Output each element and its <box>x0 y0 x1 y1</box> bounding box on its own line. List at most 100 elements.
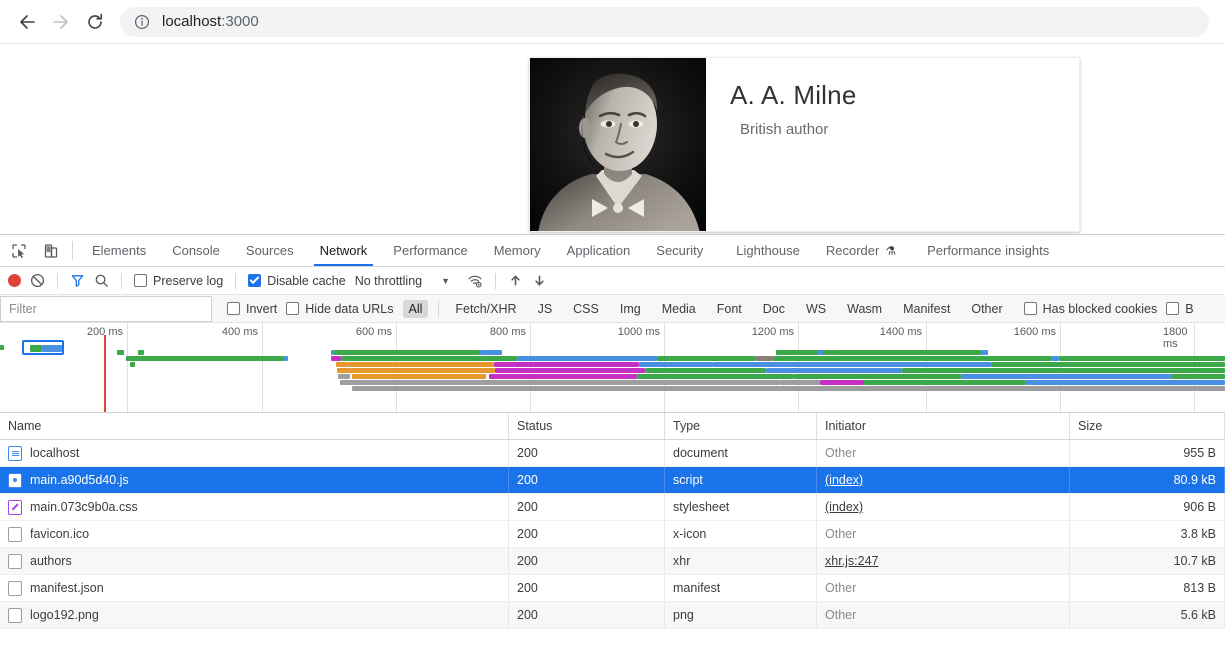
table-row[interactable]: manifest.json 200 manifest Other 813 B <box>0 575 1225 602</box>
page-viewport: A. A. Milne British author <box>0 44 1225 234</box>
tab-memory[interactable]: Memory <box>481 235 554 266</box>
reload-button[interactable] <box>78 5 112 39</box>
overview-selected-request[interactable] <box>22 340 64 355</box>
overview-bar <box>352 386 1225 391</box>
upload-arrow-icon[interactable] <box>508 273 523 288</box>
table-row[interactable]: logo192.png 200 png Other 5.6 kB <box>0 602 1225 629</box>
overview-bar <box>117 350 124 355</box>
checkbox-box[interactable] <box>227 302 240 315</box>
disable-cache-checkbox[interactable]: Disable cache <box>248 274 346 288</box>
column-header-type[interactable]: Type <box>665 413 817 439</box>
tab-performance-insights[interactable]: Performance insights <box>909 235 1062 266</box>
filter-type-img[interactable]: Img <box>614 300 647 318</box>
arrow-left-icon <box>20 14 35 29</box>
tab-lighthouse[interactable]: Lighthouse <box>716 235 813 266</box>
checkbox-box[interactable] <box>134 274 147 287</box>
info-circle-icon[interactable] <box>134 14 150 30</box>
tab-application[interactable]: Application <box>554 235 644 266</box>
tab-recorder[interactable]: Recorder ⚗ <box>813 235 909 266</box>
filter-type-wasm[interactable]: Wasm <box>841 300 888 318</box>
overview-bar <box>639 362 713 367</box>
row-initiator-link[interactable]: (index) <box>825 500 863 514</box>
tab-security[interactable]: Security <box>643 235 716 266</box>
filter-type-fetch-xhr[interactable]: Fetch/XHR <box>449 300 522 318</box>
filter-type-css[interactable]: CSS <box>567 300 605 318</box>
download-arrow-icon[interactable] <box>532 273 547 288</box>
filter-type-ws[interactable]: WS <box>800 300 832 318</box>
forward-button[interactable] <box>44 5 78 39</box>
checkbox-box[interactable] <box>286 302 300 315</box>
table-row[interactable]: localhost 200 document Other 955 B <box>0 440 1225 467</box>
row-size-cell: 955 B <box>1070 440 1225 466</box>
funnel-icon[interactable] <box>70 273 85 288</box>
filter-type-manifest[interactable]: Manifest <box>897 300 956 318</box>
table-row[interactable]: main.a90d5d40.js 200 script (index) 80.9… <box>0 467 1225 494</box>
tab-console[interactable]: Console <box>159 235 233 266</box>
row-initiator-link[interactable]: (index) <box>825 473 863 487</box>
row-initiator-cell: Other <box>817 521 1070 547</box>
invert-checkbox[interactable]: Invert <box>227 302 277 316</box>
filter-type-other[interactable]: Other <box>965 300 1008 318</box>
column-header-status[interactable]: Status <box>509 413 665 439</box>
ruler-label: 800 ms <box>489 326 526 338</box>
blocked-requests-checkbox[interactable]: B <box>1166 301 1194 316</box>
search-icon[interactable] <box>94 273 109 288</box>
filter-input[interactable]: Filter <box>0 295 212 322</box>
ruler-label: 1600 ms <box>1013 326 1056 338</box>
overview-bar <box>982 350 988 355</box>
tab-performance[interactable]: Performance <box>380 235 480 266</box>
tab-network[interactable]: Network <box>307 235 381 266</box>
has-blocked-cookies-checkbox[interactable]: Has blocked cookies <box>1023 302 1157 316</box>
overview-bar <box>340 380 368 385</box>
row-size-cell: 10.7 kB <box>1070 548 1225 574</box>
filter-type-media[interactable]: Media <box>656 300 702 318</box>
tab-elements[interactable]: Elements <box>79 235 159 266</box>
overview-bar <box>494 362 639 367</box>
column-header-name[interactable]: Name <box>0 413 509 439</box>
overview-bar <box>773 356 1051 361</box>
ruler-label: 1800 ms <box>1163 326 1188 350</box>
row-initiator-link[interactable]: xhr.js:247 <box>825 554 879 568</box>
chevron-down-icon[interactable]: ▼ <box>441 276 450 286</box>
ruler-tick <box>262 323 263 412</box>
column-header-initiator[interactable]: Initiator <box>817 413 1070 439</box>
tab-sources[interactable]: Sources <box>233 235 307 266</box>
ruler-label: 600 ms <box>355 326 392 338</box>
table-row[interactable]: authors 200 xhr xhr.js:247 10.7 kB <box>0 548 1225 575</box>
clear-prohibited-icon[interactable] <box>30 273 45 288</box>
preserve-log-checkbox[interactable]: Preserve log <box>134 274 223 288</box>
hide-data-urls-checkbox[interactable]: Hide data URLs <box>286 302 394 316</box>
network-overview[interactable]: 200 ms 400 ms 600 ms 800 ms 1000 ms 1200… <box>0 323 1225 413</box>
filter-type-all[interactable]: All <box>402 299 429 318</box>
overview-bar <box>338 374 350 379</box>
table-row[interactable]: favicon.ico 200 x-icon Other 3.8 kB <box>0 521 1225 548</box>
overview-bar <box>864 380 1026 385</box>
table-row[interactable]: main.073c9b0a.css 200 stylesheet (index)… <box>0 494 1225 521</box>
row-type-cell: xhr <box>665 548 817 574</box>
author-card[interactable]: A. A. Milne British author <box>529 57 1080 232</box>
stylesheet-file-icon <box>8 499 22 515</box>
device-toolbar-icon[interactable] <box>40 240 62 262</box>
filter-type-font[interactable]: Font <box>711 300 748 318</box>
address-bar[interactable]: localhost:3000 <box>120 6 1209 37</box>
overview-bar <box>352 374 486 379</box>
inspect-element-icon[interactable] <box>8 240 30 262</box>
blocked-requests-label: B <box>1185 301 1194 316</box>
overview-bar <box>126 356 284 361</box>
back-button[interactable] <box>10 5 44 39</box>
tab-label: Sources <box>245 243 294 258</box>
row-size-cell: 813 B <box>1070 575 1225 601</box>
row-type-cell: document <box>665 440 817 466</box>
filter-type-doc[interactable]: Doc <box>757 300 791 318</box>
checkbox-box[interactable] <box>248 274 262 287</box>
checkbox-box[interactable] <box>1023 302 1037 315</box>
network-toolbar: Preserve log Disable cache No throttling… <box>0 267 1225 295</box>
filter-type-js[interactable]: JS <box>532 300 559 318</box>
checkbox-box[interactable] <box>1166 302 1180 315</box>
ruler-label: 200 ms <box>86 326 123 338</box>
network-request-table: Name Status Type Initiator Size localhos… <box>0 413 1225 629</box>
throttling-select[interactable]: No throttling <box>355 274 422 288</box>
column-header-size[interactable]: Size <box>1070 413 1225 439</box>
wifi-settings-icon[interactable] <box>467 273 483 288</box>
record-circle-icon[interactable] <box>8 274 21 287</box>
